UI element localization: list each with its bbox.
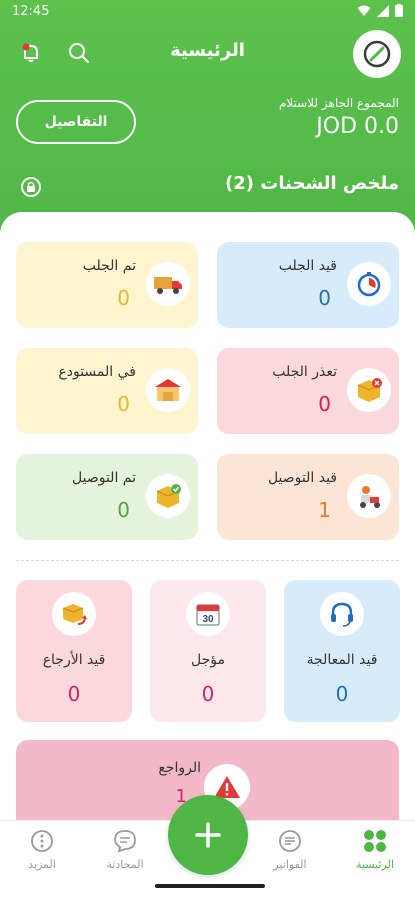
nav-label: الرئيسية (356, 858, 394, 871)
nav-chat[interactable]: المحادثة (85, 827, 165, 871)
card-label: قيد الأرجاع (42, 652, 106, 668)
calendar-icon: 30 (186, 592, 230, 636)
card-label: الرواجع (158, 760, 201, 776)
card-label: تم التوصيل (72, 470, 136, 486)
card-postponed[interactable]: 30 مؤجل 0 (150, 580, 266, 722)
bell-icon (22, 43, 38, 62)
card-label: مؤجل (191, 652, 225, 668)
notifications-button[interactable] (18, 40, 44, 66)
box-return-icon (52, 592, 96, 636)
section-divider (16, 560, 399, 561)
wifi-icon (357, 5, 371, 16)
more-icon (28, 827, 56, 855)
card-in-warehouse[interactable]: في المستودع 0 (16, 348, 198, 434)
shipments-summary-title: ملخص الشحنات (2) (225, 173, 399, 194)
card-out-for-delivery[interactable]: قيد التوصيل 1 (217, 454, 399, 540)
card-label: قيد المعالجة (306, 652, 378, 668)
battery-icon (395, 4, 403, 17)
status-time: 12:45 (12, 4, 50, 19)
box-error-icon (347, 368, 391, 412)
search-button[interactable] (66, 40, 92, 66)
card-count: 0 (201, 682, 215, 706)
truck-icon (146, 262, 190, 306)
search-icon (69, 43, 89, 63)
card-returning[interactable]: قيد الأرجاع 0 (16, 580, 132, 722)
card-label: قيد الجلب (278, 258, 337, 274)
card-count: 0 (117, 286, 130, 310)
stopwatch-icon (347, 262, 391, 306)
warehouse-icon (146, 368, 190, 412)
card-label: قيد التوصيل (267, 470, 337, 486)
chat-icon (111, 827, 139, 855)
status-bar: 12:45 (0, 0, 415, 26)
nav-label: المزيد (28, 858, 56, 871)
plus-icon (195, 822, 221, 848)
nav-label: المحادثة (106, 858, 144, 871)
card-count: 0 (67, 682, 81, 706)
signal-icon (377, 4, 389, 17)
page-title: الرئيسية (170, 40, 245, 61)
nav-invoices[interactable]: الفواتير (250, 827, 330, 871)
headset-icon (320, 592, 364, 636)
card-pending-pickup[interactable]: قيد الجلب 0 (217, 242, 399, 328)
card-picked-up[interactable]: تم الجلب 0 (16, 242, 198, 328)
details-button[interactable]: التفاصيل (16, 100, 136, 144)
card-count: 0 (335, 682, 349, 706)
card-count: 0 (117, 392, 130, 416)
home-indicator (155, 884, 265, 888)
delivery-icon (347, 474, 391, 518)
invoice-icon (276, 827, 304, 855)
card-count: 0 (318, 286, 331, 310)
add-shipment-button[interactable] (168, 795, 248, 875)
ready-amount-label: المجموع الجاهز للاستلام (278, 96, 399, 110)
card-label: تعذر الجلب (272, 364, 337, 380)
nav-label: الفواتير (273, 858, 307, 871)
calendar-day: 30 (202, 614, 214, 625)
card-label: تم الجلب (82, 258, 136, 274)
grid-icon (361, 827, 389, 855)
box-check-icon (146, 474, 190, 518)
nav-more[interactable]: المزيد (2, 827, 82, 871)
card-processing[interactable]: قيد المعالجة 0 (284, 580, 400, 722)
card-count: 0 (117, 498, 130, 522)
nav-home[interactable]: الرئيسية (335, 827, 415, 871)
ready-amount-value: JOD 0.0 (316, 114, 399, 139)
lock-refresh-icon[interactable] (20, 176, 42, 198)
status-icons (357, 4, 403, 17)
card-label: في المستودع (58, 364, 136, 380)
card-delivered[interactable]: تم التوصيل 0 (16, 454, 198, 540)
card-count: 0 (318, 392, 331, 416)
card-pickup-failed[interactable]: تعذر الجلب 0 (217, 348, 399, 434)
card-count: 1 (318, 498, 331, 522)
